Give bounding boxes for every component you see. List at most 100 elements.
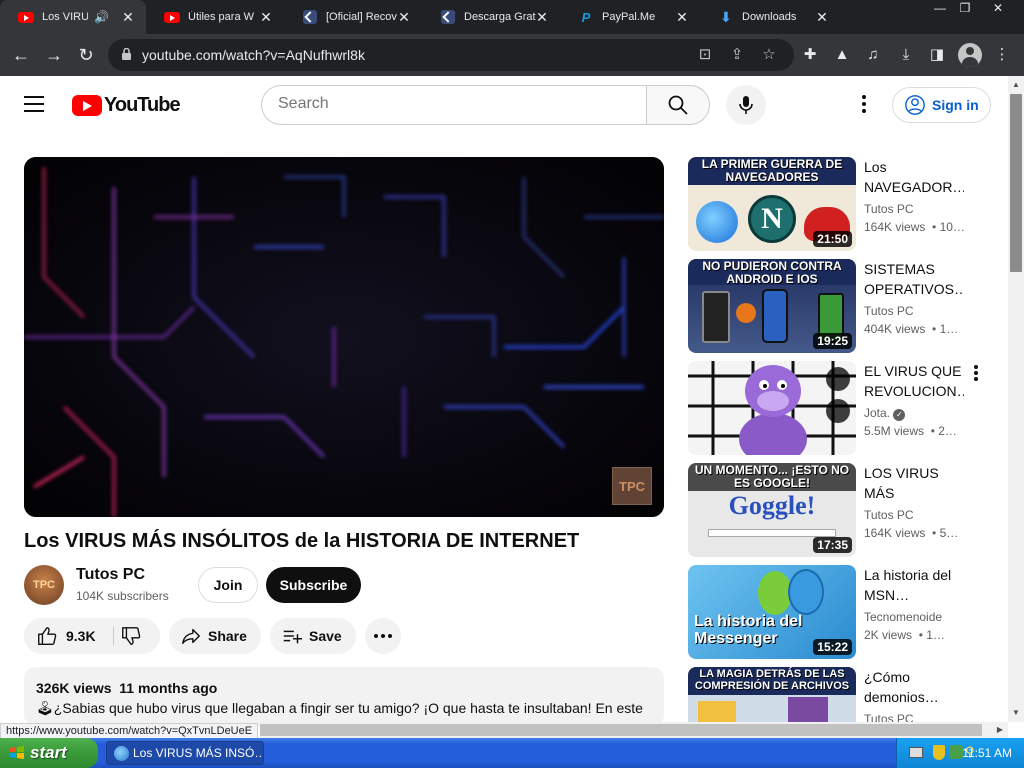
security-shield-icon[interactable]	[933, 745, 945, 760]
related-video[interactable]: LA PRIMER GUERRA DE NAVEGADORES N 21:50 …	[688, 157, 988, 251]
related-views: 164K views	[864, 220, 926, 234]
related-video[interactable]: EL VIRUS QUE REVOLUCION… Jota. ✓ 5.5M vi…	[688, 361, 988, 455]
like-dislike-group: 9.3K	[24, 618, 160, 654]
scroll-right-icon[interactable]: ▶	[992, 722, 1008, 738]
verified-check-icon: ✓	[893, 409, 906, 421]
more-horizontal-icon	[374, 634, 392, 638]
video-duration: 21:50	[813, 231, 852, 247]
subscribe-button[interactable]: Subscribe	[266, 567, 361, 603]
dislike-button[interactable]	[120, 625, 142, 650]
watch-later-icon[interactable]	[826, 367, 850, 391]
voice-search-button[interactable]	[726, 85, 766, 125]
side-panel-icon[interactable]: ◨	[927, 45, 947, 65]
related-video[interactable]: UN MOMENTO... ¡ESTO NO ES GOOGLE! Goggle…	[688, 463, 988, 557]
close-tab-icon[interactable]: ✕	[814, 9, 830, 25]
join-button[interactable]: Join	[198, 567, 258, 603]
address-bar[interactable]: youtube.com/watch?v=AqNufhwrl8k ⊡ ⇪ ☆	[108, 39, 794, 71]
like-button[interactable]: 9.3K	[24, 625, 113, 647]
related-age: • 5…	[932, 526, 959, 540]
save-button[interactable]: Save	[270, 618, 356, 654]
scroll-down-icon[interactable]: ▼	[1008, 706, 1024, 720]
restore-icon[interactable]: ❐	[953, 0, 977, 18]
youtube-icon	[164, 9, 180, 25]
related-thumbnail[interactable]: NO PUDIERON CONTRA ANDROID E IOS 19:25	[688, 259, 856, 353]
video-player[interactable]: TPC	[24, 157, 664, 517]
labs-flask-icon[interactable]: ▲	[832, 45, 852, 65]
related-video[interactable]: NO PUDIERON CONTRA ANDROID E IOS 19:25 S…	[688, 259, 988, 353]
related-video[interactable]: La historia del Messenger 15:22 La histo…	[688, 565, 988, 659]
related-thumbnail[interactable]: LA MAGIA DETRÁS DE LAS COMPRESIÓN DE ARC…	[688, 667, 856, 722]
close-tab-icon[interactable]: ✕	[120, 9, 136, 25]
related-thumbnail[interactable]: LA PRIMER GUERRA DE NAVEGADORES N 21:50	[688, 157, 856, 251]
channel-watermark[interactable]: TPC	[612, 467, 652, 505]
close-tab-icon[interactable]: ✕	[396, 9, 412, 25]
microphone-icon	[739, 96, 753, 114]
horizontal-scrollbar[interactable]: ▶	[260, 722, 1008, 738]
close-window-icon[interactable]: ✕	[986, 0, 1010, 18]
msn-buddy-blue-icon	[788, 569, 824, 615]
hamburger-menu-icon[interactable]	[24, 96, 48, 114]
start-button[interactable]: start	[0, 738, 98, 768]
more-actions-button[interactable]	[365, 618, 401, 654]
downloads-icon[interactable]: ⤓	[896, 45, 916, 65]
description-box[interactable]: 326K views 11 months ago 🕹¿Sabias que hu…	[24, 667, 664, 727]
horizontal-scroll-thumb[interactable]	[260, 724, 982, 736]
bookmark-star-icon[interactable]: ☆	[759, 45, 779, 65]
related-title: La historia del MSN…	[864, 567, 952, 603]
close-tab-icon[interactable]: ✕	[258, 9, 274, 25]
like-count: 9.3K	[66, 628, 96, 644]
scroll-up-icon[interactable]: ▲	[1008, 78, 1024, 92]
minimize-icon[interactable]: —	[928, 0, 952, 18]
tab-descarga[interactable]: Descarga Grat ✕	[422, 0, 560, 34]
forward-icon[interactable]: →	[41, 42, 67, 68]
tab-youtube-active[interactable]: Los VIRU 🔊 ✕	[0, 0, 146, 34]
tab-recoverit-oficial[interactable]: [Oficial] Recov ✕	[284, 0, 422, 34]
related-thumbnail[interactable]: UN MOMENTO... ¡ESTO NO ES GOOGLE! Goggle…	[688, 463, 856, 557]
sign-in-button[interactable]: Sign in	[892, 87, 991, 123]
tab-downloads[interactable]: ⬇ Downloads ✕	[700, 0, 840, 34]
share-button[interactable]: Share	[169, 618, 261, 654]
channel-avatar[interactable]: TPC	[24, 565, 64, 605]
sign-in-label: Sign in	[932, 97, 979, 113]
install-app-icon[interactable]: ⊡	[695, 45, 715, 65]
vertical-scroll-thumb[interactable]	[1010, 94, 1022, 272]
related-video[interactable]: LA MAGIA DETRÁS DE LAS COMPRESIÓN DE ARC…	[688, 667, 988, 722]
search-input[interactable]	[278, 95, 628, 113]
add-to-queue-icon[interactable]	[826, 399, 850, 423]
back-icon[interactable]: ←	[8, 42, 34, 68]
windows-flag-icon	[10, 746, 24, 759]
video-duration: 19:25	[813, 333, 852, 349]
related-action-menu-icon[interactable]	[970, 364, 982, 384]
related-meta: 2K views • 1…	[864, 628, 968, 642]
close-tab-icon[interactable]: ✕	[674, 9, 690, 25]
search-box	[261, 85, 647, 125]
tab-youtube-utiles[interactable]: Útiles para W ✕	[146, 0, 284, 34]
close-tab-icon[interactable]: ✕	[534, 9, 550, 25]
channel-name[interactable]: Tutos PC	[76, 566, 145, 584]
url-text: youtube.com/watch?v=AqNufhwrl8k	[142, 47, 365, 63]
chrome-menu-icon[interactable]: ⋮	[992, 45, 1012, 65]
related-views: 164K views	[864, 526, 926, 540]
share-icon[interactable]: ⇪	[727, 45, 747, 65]
media-control-icon[interactable]: ♫	[863, 45, 883, 65]
related-thumbnail[interactable]	[688, 361, 856, 455]
taskbar-window-chrome[interactable]: Los VIRUS MÁS INSÓ…	[106, 741, 264, 765]
related-thumbnail[interactable]: La historia del Messenger 15:22	[688, 565, 856, 659]
search-button[interactable]	[646, 85, 710, 125]
keyboard-icon[interactable]	[909, 747, 923, 758]
extensions-icon[interactable]: ✚	[800, 45, 820, 65]
tab-paypal[interactable]: P PayPal.Me ✕	[560, 0, 700, 34]
profile-avatar-icon[interactable]	[958, 43, 982, 67]
settings-kebab-icon[interactable]	[852, 93, 876, 117]
related-channel: Tutos PC	[864, 508, 914, 522]
youtube-logo[interactable]: YouTube	[72, 94, 181, 116]
tab-label: Los VIRU	[42, 11, 88, 23]
tab-label: PayPal.Me	[602, 11, 656, 23]
vertical-scrollbar[interactable]: ▲ ▼	[1008, 76, 1024, 722]
search-icon	[668, 95, 688, 115]
start-label: start	[30, 743, 67, 762]
reload-icon[interactable]: ↻	[73, 42, 99, 68]
network-icon[interactable]	[949, 745, 963, 759]
related-views: 5.5M views	[864, 424, 925, 438]
speaker-icon[interactable]: 🔊	[94, 10, 109, 24]
